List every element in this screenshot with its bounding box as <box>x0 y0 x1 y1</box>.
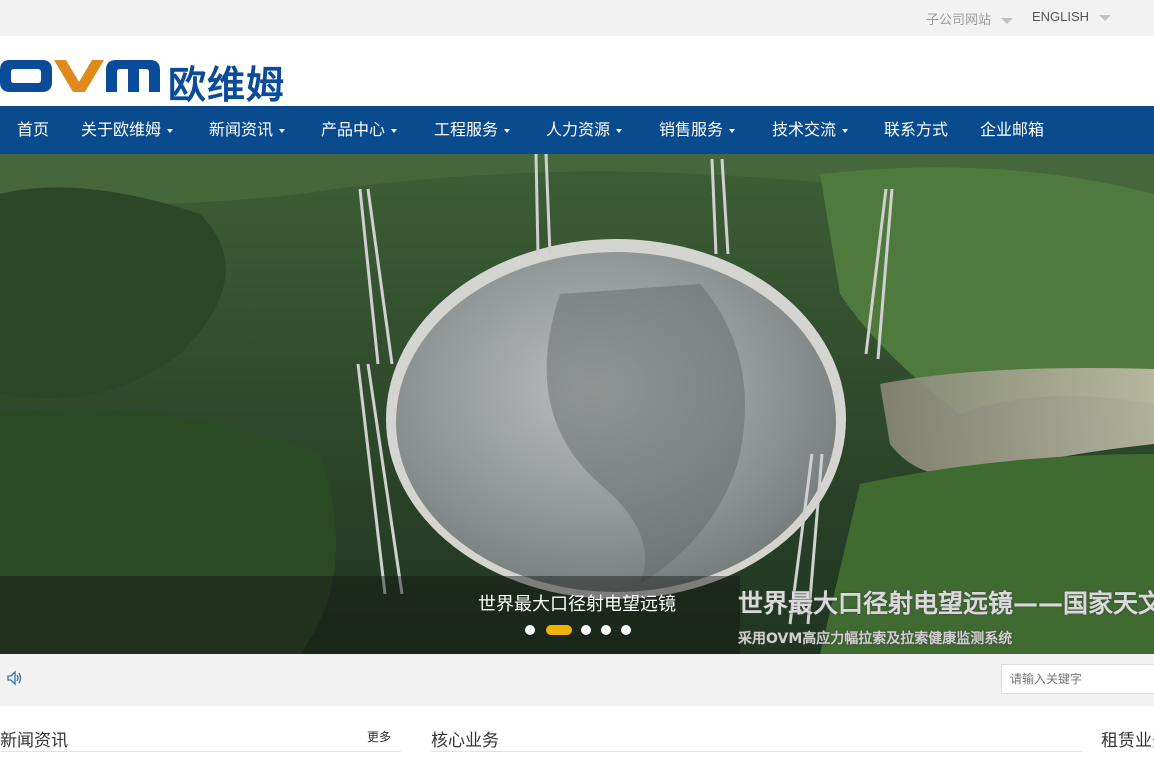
speaker-icon <box>7 670 22 686</box>
banner-overlay-subtitle: 采用OVM高应力幅拉索及拉索健康监测系统 <box>738 631 1013 647</box>
nav-item-home[interactable]: 首页 <box>17 106 49 154</box>
nav-item-label: 新闻资讯 <box>209 120 274 139</box>
caret-down-icon <box>1099 14 1112 21</box>
caret-down-icon <box>167 128 174 133</box>
caret-down-icon <box>1001 17 1014 24</box>
language-english-dropdown[interactable]: ENGLISH <box>1032 9 1112 24</box>
leasing-business-title: 租赁业务 <box>1101 731 1154 751</box>
banner-caption-text: 世界最大口径射电望远镜 <box>478 594 676 615</box>
subsidiary-sites-dropdown[interactable]: 子公司网站 <box>926 9 1014 28</box>
header-logo-row: 欧维姆 <box>0 36 1154 107</box>
top-utility-bar: 子公司网站 ENGLISH <box>0 0 1154 36</box>
carousel-dot-2-active[interactable] <box>546 625 572 635</box>
announcement-search-bar <box>0 654 1154 706</box>
caret-down-icon <box>616 128 623 133</box>
nav-item-contact[interactable]: 联系方式 <box>884 106 948 154</box>
nav-item-label: 工程服务 <box>434 120 499 139</box>
search-input[interactable] <box>1001 664 1154 694</box>
hero-carousel[interactable]: 世界最大口径射电望远镜——国家天文台FAST项目 采用OVM高应力幅拉索及拉索健… <box>0 154 1154 654</box>
caret-down-icon <box>279 128 286 133</box>
banner-caption: 世界最大口径射电望远镜 <box>0 590 1154 616</box>
nav-item-label: 首页 <box>17 120 50 139</box>
carousel-dot-5[interactable] <box>621 625 631 635</box>
nav-item-about[interactable]: 关于欧维姆 <box>81 106 174 154</box>
subsidiary-sites-label: 子公司网站 <box>926 13 992 28</box>
caret-down-icon <box>842 128 849 133</box>
nav-item-label: 企业邮箱 <box>980 120 1045 139</box>
nav-item-label: 关于欧维姆 <box>81 120 162 139</box>
nav-item-label: 产品中心 <box>321 120 386 139</box>
core-business-title: 核心业务 <box>431 731 499 751</box>
ovm-logo-mark[interactable] <box>0 56 162 96</box>
nav-item-label: 销售服务 <box>659 120 724 139</box>
carousel-dot-3[interactable] <box>581 625 591 635</box>
nav-item-label: 联系方式 <box>884 120 949 139</box>
nav-item-hr[interactable]: 人力资源 <box>546 106 623 154</box>
nav-item-sales[interactable]: 销售服务 <box>659 106 736 154</box>
carousel-dot-1[interactable] <box>525 625 535 635</box>
news-section-title: 新闻资讯 <box>0 731 68 751</box>
nav-item-products[interactable]: 产品中心 <box>321 106 398 154</box>
nav-item-tech[interactable]: 技术交流 <box>772 106 849 154</box>
english-label: ENGLISH <box>1032 9 1090 24</box>
divider <box>0 751 401 752</box>
nav-item-engineering[interactable]: 工程服务 <box>434 106 511 154</box>
caret-down-icon <box>729 128 736 133</box>
nav-item-email[interactable]: 企业邮箱 <box>980 106 1044 154</box>
nav-item-label: 技术交流 <box>772 120 837 139</box>
caret-down-icon <box>504 128 511 133</box>
nav-item-label: 人力资源 <box>546 120 611 139</box>
news-more-link[interactable]: 更多 <box>367 728 391 745</box>
caret-down-icon <box>391 128 398 133</box>
main-navigation: 首页 关于欧维姆 新闻资讯 产品中心 工程服务 人力资源 销售服务 技术交流 联… <box>0 106 1154 154</box>
divider <box>431 751 1082 752</box>
logo-chinese-text: 欧维姆 <box>168 63 286 107</box>
carousel-dot-4[interactable] <box>601 625 611 635</box>
nav-item-news[interactable]: 新闻资讯 <box>209 106 286 154</box>
